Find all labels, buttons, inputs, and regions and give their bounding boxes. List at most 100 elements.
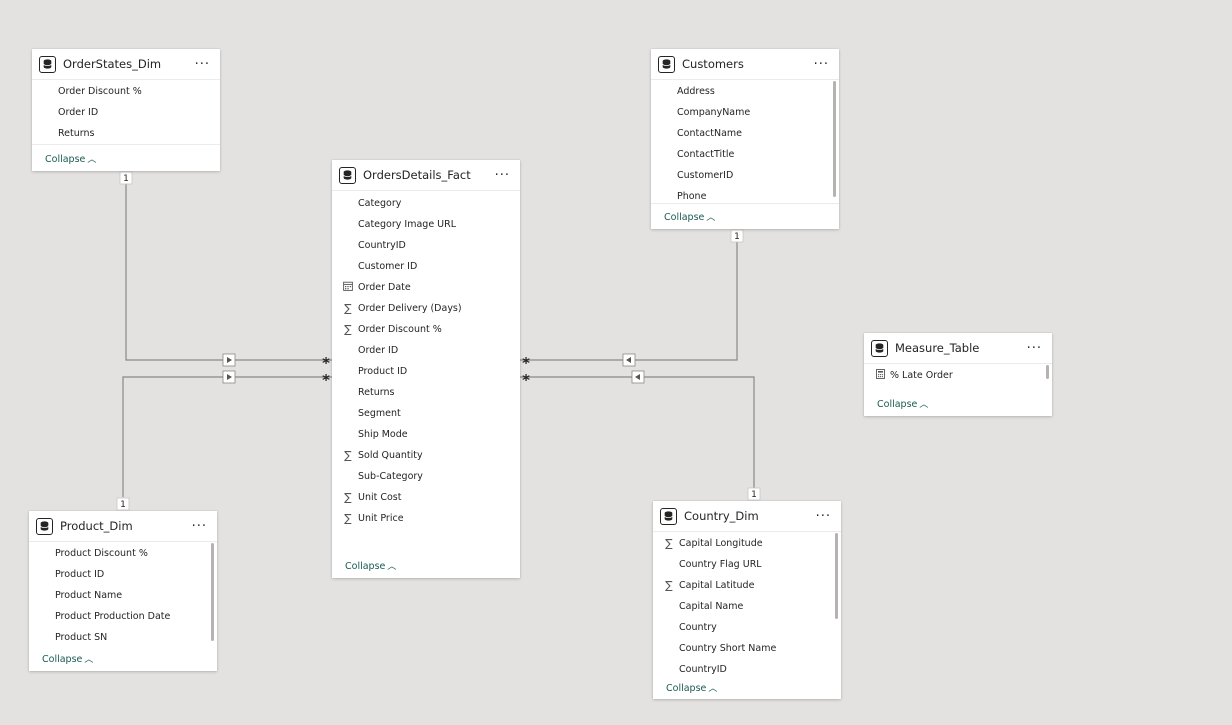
field-row[interactable]: Capital Name [653,596,841,617]
table-card-header[interactable]: OrderStates_Dim ··· [32,49,220,80]
field-list[interactable]: Order Discount % Order ID Returns [32,80,220,144]
table-card-measure-table[interactable]: Measure_Table ··· % Late Order Collapse ︿ [864,333,1052,416]
table-card-product-dim[interactable]: Product_Dim ··· Product Discount % Produc… [29,511,217,671]
table-card-country-dim[interactable]: Country_Dim ··· ∑ Capital Longitude Countr… [653,501,841,699]
collapse-label: Collapse [877,399,918,410]
field-list-scrollbar[interactable] [835,533,838,619]
table-card-header[interactable]: OrdersDetails_Fact ··· [332,160,520,191]
field-list[interactable]: Category Category Image URL CountryID Custo… [332,191,520,529]
field-list-scrollbar[interactable] [833,81,836,197]
cardinality-one-country: 1 [751,490,757,500]
field-list-scrollbar[interactable] [211,543,214,641]
calculator-icon [874,365,886,386]
field-row[interactable]: Product Name [29,585,217,606]
field-row[interactable]: Order Discount % [32,81,220,102]
field-row[interactable]: Country Flag URL [653,554,841,575]
table-card-ordersdetails-fact[interactable]: OrdersDetails_Fact ··· Category Category … [332,160,520,578]
table-icon [660,507,677,525]
collapse-label: Collapse [666,683,707,694]
field-list[interactable]: ∑ Capital Longitude Country Flag URL ∑ Capit… [653,532,841,681]
field-row[interactable]: Category [332,193,520,214]
table-icon [36,517,53,535]
field-label: Capital Name [679,601,744,612]
collapse-button[interactable]: Collapse ︿ [877,397,928,410]
field-row[interactable]: CustomerID [651,165,839,186]
field-row[interactable]: Segment [332,403,520,424]
field-label: Capital Latitude [679,580,755,591]
field-label: Order ID [58,107,99,118]
field-list-scrollbar[interactable] [1046,365,1049,379]
table-card-customers[interactable]: Customers ··· Address CompanyName ContactN… [651,49,839,229]
field-row[interactable]: ∑ Order Discount % [332,319,520,340]
table-card-header[interactable]: Country_Dim ··· [653,501,841,532]
field-row[interactable]: ContactTitle [651,144,839,165]
chevron-up-icon: ︿ [706,213,716,223]
field-row[interactable]: ∑ Sold Quantity [332,445,520,466]
field-row[interactable]: Product ID [29,564,217,585]
table-card-header[interactable]: Measure_Table ··· [864,333,1052,364]
more-options-button[interactable]: ··· [814,58,829,71]
collapse-button[interactable]: Collapse ︿ [345,559,396,572]
field-label: CustomerID [677,170,734,181]
field-row[interactable]: Ship Mode [332,424,520,445]
cardinality-one-product: 1 [120,500,126,510]
field-row[interactable]: Category Image URL [332,214,520,235]
table-card-orderstates-dim[interactable]: OrderStates_Dim ··· Order Discount % Ord… [32,49,220,171]
model-canvas[interactable]: 1 1 1 1 * * * * OrderStates_Dim ··· Orde… [0,0,1232,725]
field-row[interactable]: ∑ Capital Longitude [653,533,841,554]
collapse-button[interactable]: Collapse ︿ [42,652,93,665]
field-row[interactable]: Country Short Name [653,638,841,659]
field-row[interactable]: % Late Order [864,365,1052,386]
table-icon [871,339,888,357]
field-row[interactable]: Product Production Date [29,606,217,627]
more-options-button[interactable]: ··· [192,520,207,533]
rel-arrow-product [222,370,236,384]
field-label: Country Short Name [679,643,777,654]
more-options-button[interactable]: ··· [1027,342,1042,355]
sigma-icon: ∑ [665,579,673,592]
field-row[interactable]: ContactName [651,123,839,144]
field-row[interactable]: Phone [651,186,839,203]
field-row[interactable]: ∑ Order Delivery (Days) [332,298,520,319]
field-label: Category [358,198,402,209]
field-list[interactable]: Address CompanyName ContactName ContactTitl… [651,80,839,203]
more-options-button[interactable]: ··· [195,58,210,71]
table-icon [39,55,56,73]
collapse-button[interactable]: Collapse ︿ [45,152,96,165]
field-list[interactable]: Product Discount % Product ID Product Name… [29,542,217,649]
field-row[interactable]: CountryID [332,235,520,256]
field-row[interactable]: Order ID [32,102,220,123]
field-row[interactable]: ∑ Capital Latitude [653,575,841,596]
field-row[interactable]: Country [653,617,841,638]
field-label: CountryID [358,240,406,251]
field-row[interactable]: Customer ID [332,256,520,277]
field-row[interactable]: CompanyName [651,102,839,123]
field-row[interactable]: ∑ Unit Price [332,508,520,529]
field-label: Customer ID [358,261,418,272]
sigma-icon: ∑ [344,512,352,525]
more-options-button[interactable]: ··· [495,169,510,182]
more-options-button[interactable]: ··· [816,510,831,523]
collapse-button[interactable]: Collapse ︿ [666,681,717,694]
field-label: Segment [358,408,401,419]
field-row[interactable]: Sub-Category [332,466,520,487]
divider [32,144,220,145]
field-row[interactable]: Returns [32,123,220,144]
field-row[interactable]: Product SN [29,627,217,648]
collapse-button[interactable]: Collapse ︿ [664,210,715,223]
table-card-header[interactable]: Product_Dim ··· [29,511,217,542]
field-row[interactable]: Product ID [332,361,520,382]
field-row[interactable]: Order Date [332,277,520,298]
field-row[interactable]: Order ID [332,340,520,361]
field-list[interactable]: % Late Order [864,364,1052,386]
field-row[interactable]: ∑ Unit Cost [332,487,520,508]
field-row[interactable]: Product Discount % [29,543,217,564]
field-row[interactable]: CountryID [653,659,841,680]
field-label: CompanyName [677,107,751,118]
field-row[interactable]: Returns [332,382,520,403]
table-icon [339,166,356,184]
table-card-header[interactable]: Customers ··· [651,49,839,80]
field-row[interactable]: Address [651,81,839,102]
rel-line-customers [520,242,738,361]
collapse-label: Collapse [45,154,86,165]
